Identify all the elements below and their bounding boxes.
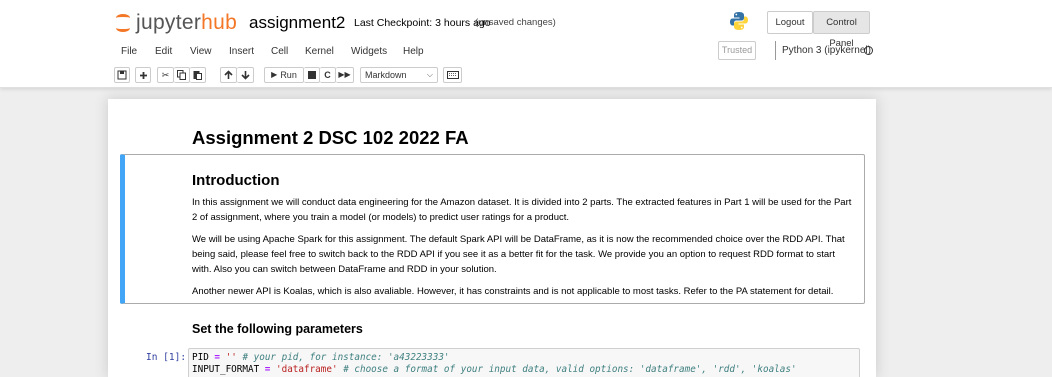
restart-run-all-button[interactable]: ▶▶: [336, 67, 354, 83]
menu-widgets[interactable]: Widgets: [351, 46, 387, 57]
intro-paragraph-2-line-1: We will be using Apache Spark for this a…: [192, 234, 845, 245]
menu-file[interactable]: File: [121, 46, 137, 57]
code-var-pid: PID: [192, 352, 209, 363]
menu-help[interactable]: Help: [403, 46, 424, 57]
save-status: (unsaved changes): [475, 17, 556, 28]
keyboard-icon: [446, 71, 459, 79]
cut-button[interactable]: ✂: [157, 67, 174, 83]
logo-text-jupyter: jupyter: [136, 11, 202, 34]
parameters-heading: Set the following parameters: [192, 322, 363, 336]
code-string: 'dataframe': [276, 364, 338, 375]
restart-icon: C: [324, 69, 331, 80]
code-comment: # choose a format of your input data, va…: [343, 364, 797, 375]
move-up-button[interactable]: [220, 67, 237, 83]
menu-cell[interactable]: Cell: [271, 46, 288, 57]
chevron-down-icon: ⌵: [426, 70, 433, 79]
trusted-indicator[interactable]: Trusted: [718, 41, 756, 60]
code-string: '': [225, 352, 237, 363]
python-logo-icon: [730, 12, 748, 30]
cell-type-value: Markdown: [365, 70, 407, 80]
copy-icon: [177, 70, 186, 80]
code-line-2: INPUT_FORMAT = 'dataframe' # choose a fo…: [192, 364, 797, 375]
notebook-name[interactable]: assignment2: [249, 13, 345, 33]
command-palette-button[interactable]: [443, 67, 462, 83]
move-down-button[interactable]: [237, 67, 254, 83]
intro-paragraph-1-line-2: 2 of assignment, where you train a model…: [192, 212, 570, 223]
paste-icon: [193, 71, 202, 80]
fast-forward-icon: ▶▶: [338, 70, 351, 79]
run-icon: ▶: [271, 70, 278, 79]
menu-insert[interactable]: Insert: [229, 46, 254, 57]
intro-paragraph-2-line-3: with. Also you can switch between DataFr…: [192, 264, 497, 275]
stop-icon: [307, 71, 316, 79]
add-icon: [139, 71, 147, 79]
intro-paragraph-3: Another newer API is Koalas, which is al…: [192, 286, 834, 297]
run-label: Run: [280, 69, 297, 80]
insert-cell-button[interactable]: [135, 67, 151, 83]
notebook-title-heading: Assignment 2 DSC 102 2022 FA: [192, 127, 469, 148]
save-icon: [117, 70, 127, 80]
kernel-idle-icon: [864, 46, 873, 55]
code-op: =: [264, 364, 271, 375]
input-prompt: In [1]:: [146, 352, 187, 363]
logo-text-hub: hub: [201, 11, 238, 34]
copy-button[interactable]: [174, 67, 190, 83]
introduction-heading: Introduction: [192, 172, 280, 189]
cell-type-select[interactable]: Markdown ⌵: [360, 67, 438, 83]
menu-kernel[interactable]: Kernel: [305, 46, 334, 57]
kernel-name[interactable]: Python 3 (ipykernel): [775, 41, 871, 60]
logout-button[interactable]: Logout: [767, 11, 813, 34]
checkpoint-status: Last Checkpoint: 3 hours ago: [354, 17, 491, 29]
menu-view[interactable]: View: [190, 46, 212, 57]
run-button[interactable]: ▶ Run: [264, 67, 304, 83]
code-op: =: [214, 352, 221, 363]
code-line-1: PID = '' # your pid, for instance: 'a432…: [192, 352, 450, 363]
restart-button[interactable]: C: [320, 67, 336, 83]
code-var-input-format: INPUT_FORMAT: [192, 364, 260, 375]
intro-paragraph-1-line-1: In this assignment we will conduct data …: [192, 197, 852, 208]
code-comment: # your pid, for instance: 'a43223333': [242, 352, 450, 363]
save-button[interactable]: [114, 67, 130, 83]
intro-paragraph-2-line-2: being said, please feel free to switch b…: [192, 249, 835, 260]
control-panel-button[interactable]: Control Panel: [813, 11, 870, 49]
jupyter-logo-icon: [116, 12, 132, 34]
header: jupyter hub assignment2 Last Checkpoint: …: [0, 0, 1052, 88]
paste-button[interactable]: [190, 67, 206, 83]
jupyterhub-logo[interactable]: jupyter hub: [116, 9, 237, 37]
menu-edit[interactable]: Edit: [155, 46, 172, 57]
move-down-icon: [240, 71, 250, 80]
cut-icon: ✂: [161, 69, 170, 80]
move-up-icon: [224, 70, 233, 79]
interrupt-button[interactable]: [304, 67, 320, 83]
